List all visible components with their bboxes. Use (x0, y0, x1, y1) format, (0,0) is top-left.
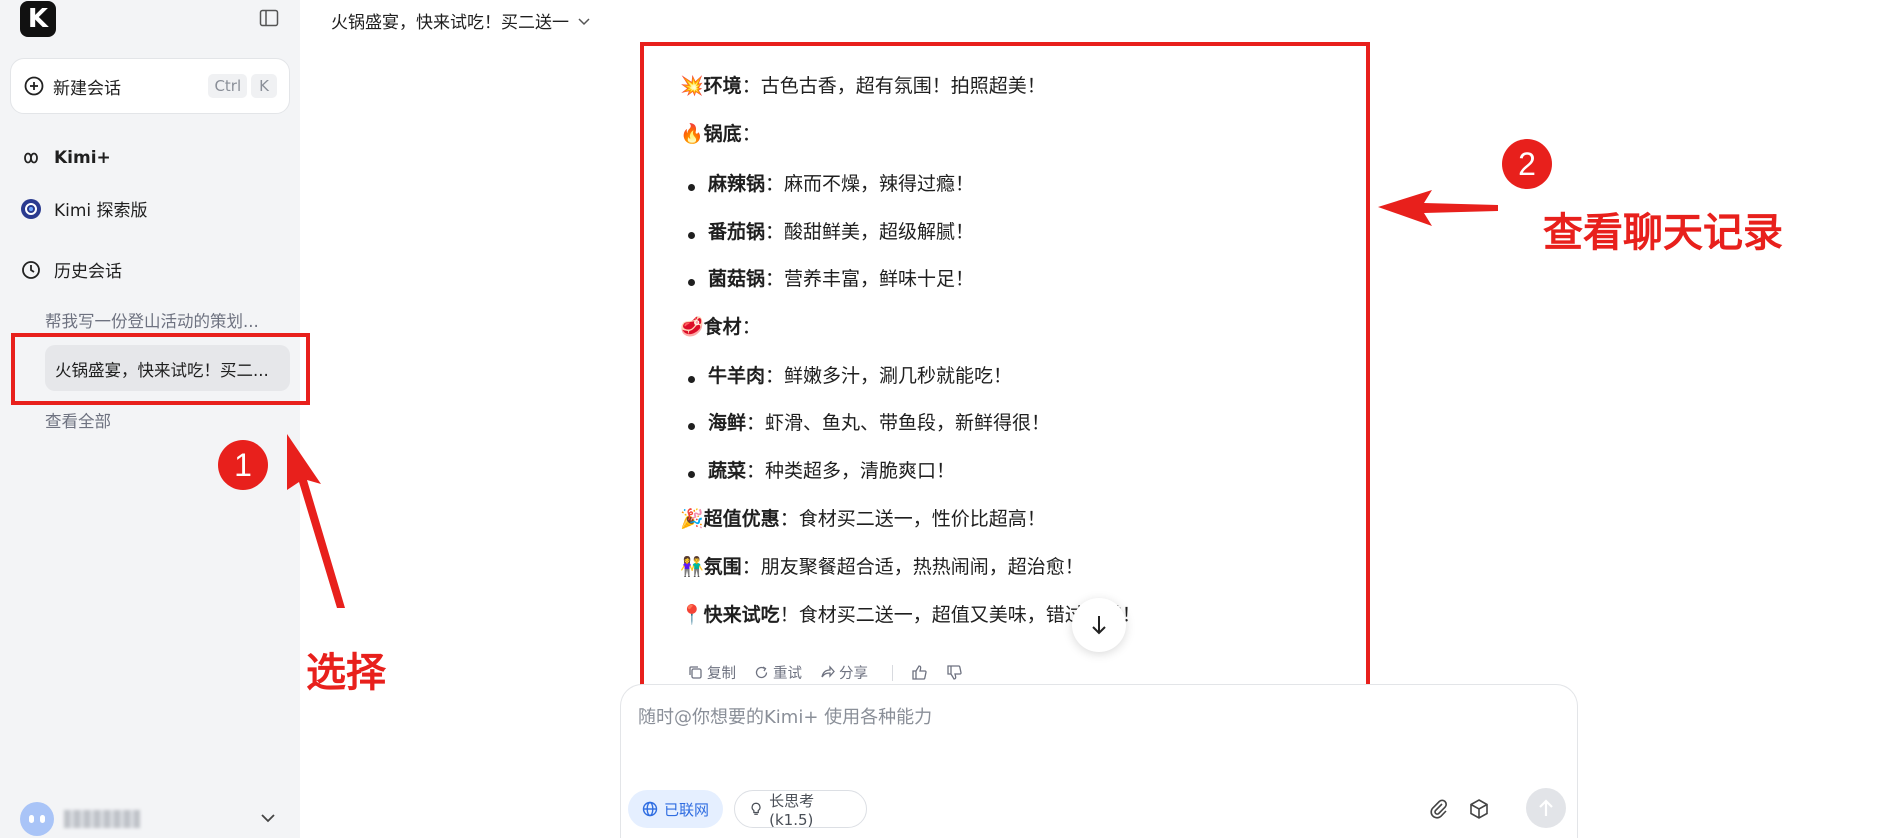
lightbulb-icon (751, 802, 761, 815)
web-search-toggle[interactable]: 已联网 (628, 790, 723, 828)
sidebar-toggle-icon[interactable] (259, 8, 279, 28)
kimi-logo[interactable]: K (20, 1, 56, 37)
paperclip-icon[interactable] (1428, 798, 1450, 820)
history-item[interactable]: 帮我写一份登山活动的策划... (45, 308, 290, 332)
annotation-label-2: 查看聊天记录 (1543, 210, 1783, 256)
chat-title-text: 火锅盛宴，快来试吃！买二送一 (331, 13, 569, 33)
user-menu[interactable] (20, 802, 140, 836)
avatar (20, 802, 54, 836)
shortcut-key-ctrl: Ctrl (208, 74, 248, 98)
username-blurred (64, 810, 140, 828)
clock-icon (20, 259, 42, 281)
sidebar-item-kimi-plus[interactable]: Kimi+ (20, 147, 111, 169)
explore-icon (20, 198, 42, 220)
plus-circle-icon (24, 76, 44, 96)
shortcut-key-k: K (251, 74, 277, 98)
chat-title[interactable]: 火锅盛宴，快来试吃！买二送一 (331, 8, 591, 33)
sidebar-item-label: Kimi 探索版 (54, 201, 148, 221)
new-chat-button[interactable]: 新建会话 Ctrl K (10, 58, 290, 114)
annotation-box-1 (11, 333, 310, 405)
sidebar-item-kimi-explore[interactable]: Kimi 探索版 (20, 196, 148, 221)
globe-icon (642, 801, 658, 817)
annotation-label-1: 选择 (306, 650, 386, 696)
web-search-label: 已联网 (664, 800, 710, 819)
annotation-box-2 (640, 42, 1370, 695)
annotation-arrow-1 (287, 434, 345, 608)
kimi-plus-icon (20, 147, 42, 169)
shortcut-hint: Ctrl K (208, 74, 277, 98)
cube-icon[interactable] (1468, 798, 1490, 820)
long-think-label: 长思考 (k1.5) (769, 791, 815, 829)
chevron-down-icon (578, 17, 590, 25)
view-all-link[interactable]: 查看全部 (45, 408, 290, 432)
sidebar-item-label: Kimi+ (54, 148, 111, 168)
chat-input-placeholder[interactable]: 随时@你想要的Kimi+ 使用各种能力 (638, 703, 932, 729)
new-chat-label: 新建会话 (53, 78, 121, 99)
annotation-arrow-2 (1378, 190, 1498, 226)
annotation-badge-1: 1 (218, 440, 268, 490)
send-button[interactable] (1526, 788, 1566, 828)
chevron-down-icon[interactable] (258, 808, 278, 828)
annotation-badge-2: 2 (1502, 139, 1552, 189)
long-think-toggle[interactable]: 长思考 (k1.5) (734, 790, 867, 829)
sidebar: K 新建会话 Ctrl K Kimi+ Kimi 探索版 历史会话 帮我写一份登… (0, 0, 300, 838)
arrow-up-icon (1539, 799, 1553, 816)
sidebar-item-label: 历史会话 (54, 262, 122, 282)
sidebar-item-history[interactable]: 历史会话 (20, 257, 122, 282)
